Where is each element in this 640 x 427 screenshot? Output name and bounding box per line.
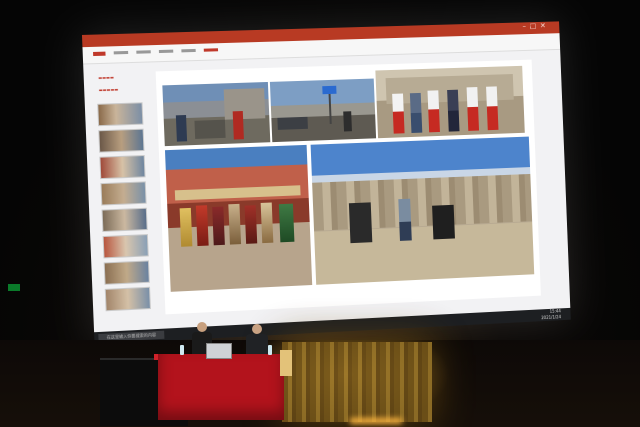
clock-date: 2021/1/24 [541, 314, 562, 321]
slide-photo-3 [375, 65, 525, 139]
current-slide [155, 59, 541, 315]
ribbon-tab[interactable] [113, 50, 129, 55]
ribbon-tab[interactable] [203, 48, 219, 52]
water-bottle [268, 345, 272, 355]
slide-thumbnail[interactable] [98, 128, 145, 153]
projector-screen: –□✕ ▬▬▬▬ ▬▬▬▬▬ 在这里输入你要搜索的内容 15:44 2021/1… [81, 21, 571, 345]
laptop [206, 343, 232, 359]
slide-thumbnail[interactable] [101, 207, 148, 232]
slide-thumbnail[interactable] [97, 102, 144, 127]
chair [280, 350, 292, 376]
slide-thumbnail[interactable] [99, 155, 146, 180]
window-controls[interactable]: –□✕ [522, 22, 549, 31]
exit-sign [8, 284, 20, 291]
taskbar-clock[interactable]: 15:44 2021/1/24 [541, 308, 561, 321]
slide-photo-2 [269, 78, 377, 143]
slide-photo-1 [162, 81, 271, 147]
slide-thumbnail[interactable] [102, 234, 149, 259]
slide-thumbnail-pane: ▬▬▬▬ ▬▬▬▬▬ [90, 68, 158, 326]
stage-lamp [350, 418, 402, 424]
slide-photo-5 [310, 136, 535, 285]
stage-curtain [282, 342, 432, 422]
slide-thumbnail[interactable] [103, 260, 150, 285]
ribbon-tab[interactable] [181, 48, 196, 53]
slide-photo-4 [164, 144, 313, 292]
file-tab[interactable] [93, 51, 106, 57]
ribbon-tab[interactable] [136, 50, 151, 54]
red-draped-table [158, 354, 284, 420]
speaker-right [246, 324, 268, 354]
slide-thumbnail[interactable] [104, 286, 151, 312]
water-bottle [180, 345, 184, 355]
ribbon-tab[interactable] [158, 49, 174, 54]
thumb-caption: ▬▬▬▬▬ [98, 86, 119, 93]
thumb-caption: ▬▬▬▬ [98, 74, 114, 81]
slide-thumbnail[interactable] [100, 181, 147, 206]
